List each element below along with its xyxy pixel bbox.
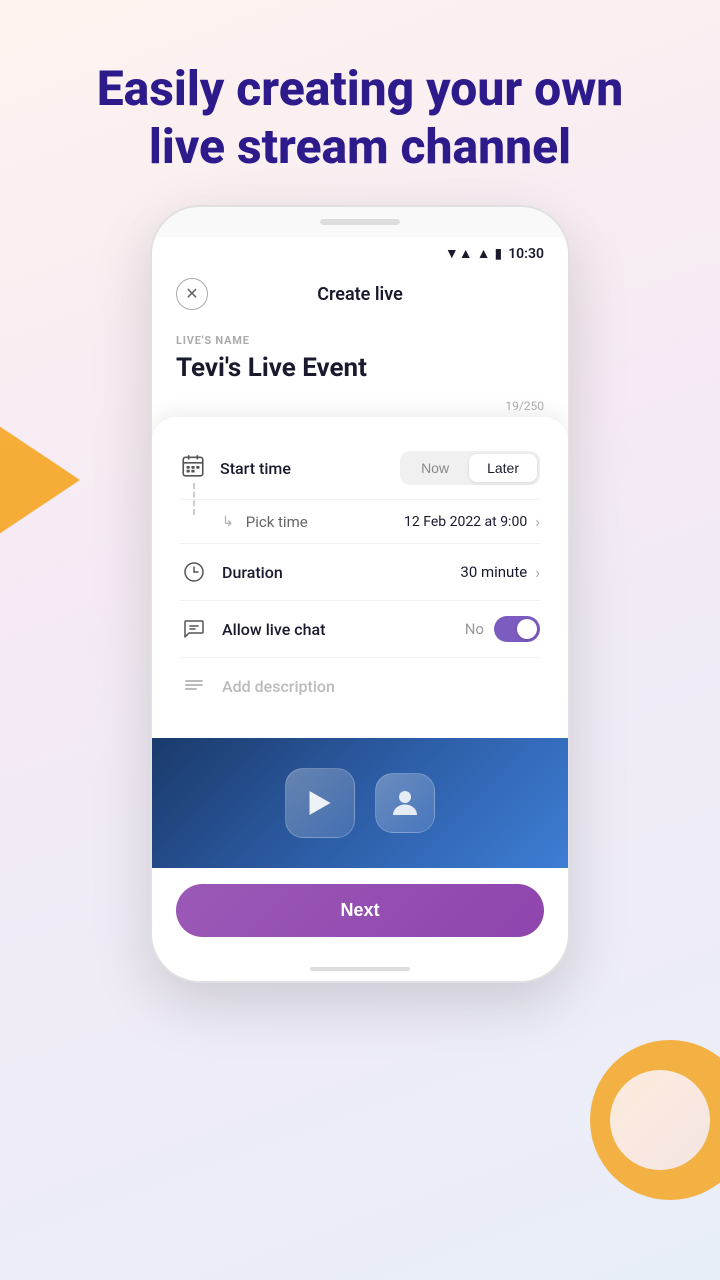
start-time-icon-wrap xyxy=(180,453,206,483)
app-icon-2 xyxy=(375,773,435,833)
description-icon xyxy=(180,672,208,700)
duration-chevron-icon: › xyxy=(535,563,540,582)
allow-chat-value: No xyxy=(465,620,484,638)
phone-top xyxy=(152,207,568,237)
start-time-row: Start time Now Later xyxy=(180,437,540,500)
page-title: Easily creating your own live stream cha… xyxy=(60,60,660,175)
start-time-label: Start time xyxy=(220,459,400,478)
bottom-sheet: Start time Now Later ↳ Pick time 12 Feb … xyxy=(152,417,568,738)
app-title: Create live xyxy=(317,284,403,305)
phone-mockup: ▼▲ ▲ ▮ 10:30 ✕ Create live LIVE'S NAME T… xyxy=(0,205,720,983)
next-button[interactable]: Next xyxy=(176,884,544,937)
page-header: Easily creating your own live stream cha… xyxy=(0,0,720,205)
duration-value: 30 minute xyxy=(460,563,527,581)
wifi-icon: ▼▲ xyxy=(445,245,473,262)
status-bar: ▼▲ ▲ ▮ 10:30 xyxy=(152,237,568,266)
play-icon xyxy=(302,785,338,821)
calendar-icon xyxy=(180,453,206,479)
duration-row[interactable]: Duration 30 minute › xyxy=(180,544,540,601)
live-name-value[interactable]: Tevi's Live Event xyxy=(176,353,544,383)
image-preview xyxy=(152,738,568,868)
pick-time-label: Pick time xyxy=(246,513,404,531)
live-name-section: LIVE'S NAME Tevi's Live Event xyxy=(152,326,568,395)
toggle-later-button[interactable]: Later xyxy=(469,454,537,482)
pick-time-chevron-icon: › xyxy=(535,512,540,531)
app-header: ✕ Create live xyxy=(152,266,568,326)
toggle-now-button[interactable]: Now xyxy=(403,454,467,482)
allow-chat-toggle[interactable] xyxy=(494,616,540,642)
app-icon-1 xyxy=(285,768,355,838)
description-placeholder: Add description xyxy=(222,677,540,696)
next-button-wrap: Next xyxy=(152,868,568,957)
close-button[interactable]: ✕ xyxy=(176,278,208,310)
signal-icon: ▲ xyxy=(477,245,491,262)
phone-notch xyxy=(320,219,400,225)
status-icons: ▼▲ ▲ ▮ xyxy=(445,245,502,262)
status-time: 10:30 xyxy=(508,246,544,262)
live-name-label: LIVE'S NAME xyxy=(176,334,544,347)
pick-time-row[interactable]: ↳ Pick time 12 Feb 2022 at 9:00 › xyxy=(180,500,540,544)
connector-line xyxy=(193,483,195,515)
start-time-toggle-group[interactable]: Now Later xyxy=(400,451,540,485)
pick-time-arrow-icon: ↳ xyxy=(222,514,234,530)
pick-time-value: 12 Feb 2022 at 9:00 xyxy=(404,514,527,530)
description-row[interactable]: Add description xyxy=(180,658,540,714)
char-count: 19/250 xyxy=(152,395,568,417)
person-icon xyxy=(387,785,423,821)
allow-chat-row: Allow live chat No xyxy=(180,601,540,658)
phone-bottom xyxy=(152,957,568,981)
home-bar xyxy=(310,967,410,971)
chat-icon xyxy=(180,615,208,643)
allow-chat-label: Allow live chat xyxy=(222,620,465,639)
phone-frame: ▼▲ ▲ ▮ 10:30 ✕ Create live LIVE'S NAME T… xyxy=(150,205,570,983)
battery-icon: ▮ xyxy=(494,246,502,262)
close-icon: ✕ xyxy=(185,286,198,302)
duration-label: Duration xyxy=(222,563,460,582)
deco-circle-inner xyxy=(610,1070,710,1170)
duration-icon xyxy=(180,558,208,586)
